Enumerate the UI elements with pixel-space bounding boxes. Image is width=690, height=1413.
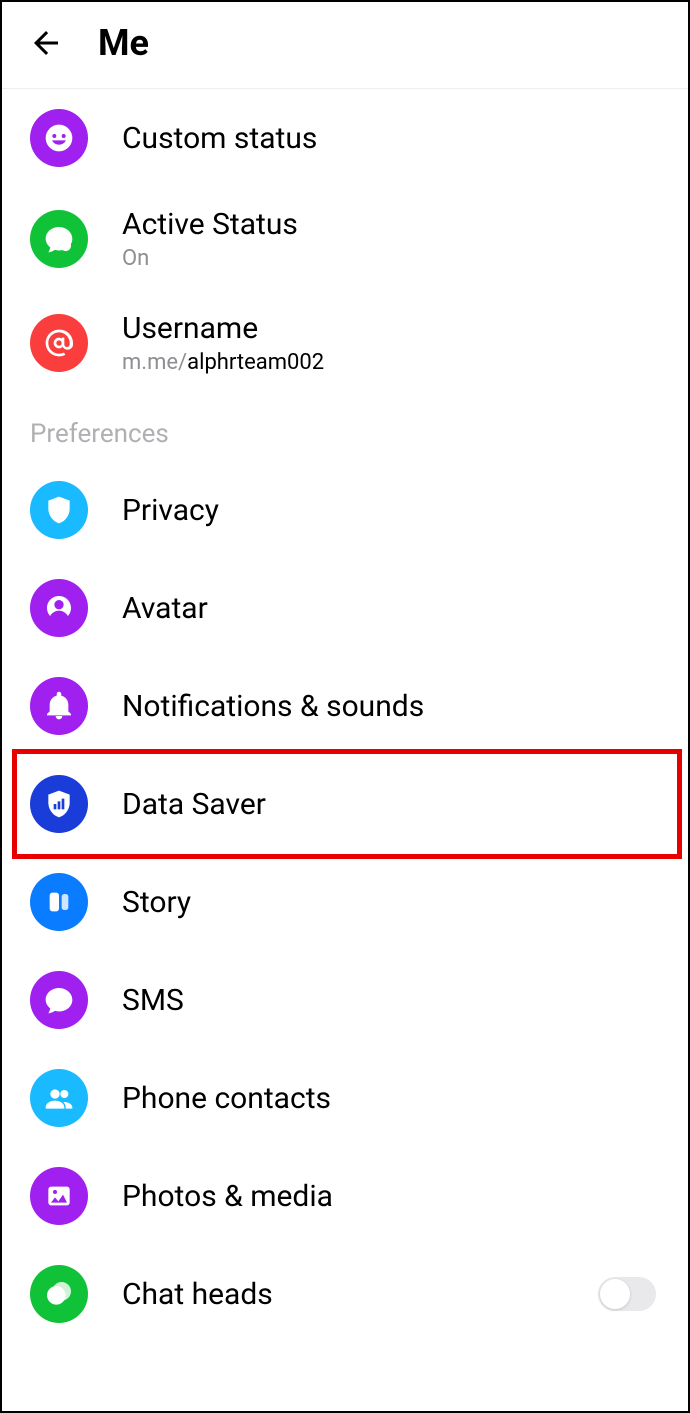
row-story[interactable]: Story [2, 853, 688, 951]
row-label: Notifications & sounds [122, 689, 660, 724]
row-phone-contacts[interactable]: Phone contacts [2, 1049, 688, 1147]
row-label: SMS [122, 983, 660, 1018]
row-avatar[interactable]: Avatar [2, 559, 688, 657]
image-icon [30, 1167, 88, 1225]
row-label: Avatar [122, 591, 660, 626]
row-label: Story [122, 885, 660, 920]
avatar-icon [30, 579, 88, 637]
row-label: Chat heads [122, 1277, 598, 1312]
row-label: Privacy [122, 493, 660, 528]
people-icon [30, 1069, 88, 1127]
row-notifications[interactable]: Notifications & sounds [2, 657, 688, 755]
shield-bars-icon [30, 775, 88, 833]
toggle-knob [600, 1279, 630, 1309]
row-privacy[interactable]: Privacy [2, 461, 688, 559]
row-label: Active Status [122, 207, 660, 242]
row-label: Phone contacts [122, 1081, 660, 1116]
bell-icon [30, 677, 88, 735]
at-sign-icon [30, 314, 88, 372]
row-chat-heads[interactable]: Chat heads [2, 1245, 688, 1343]
speech-bubble-icon [30, 971, 88, 1029]
back-arrow-icon[interactable] [26, 23, 66, 63]
row-subtitle: m.me/alphrteam002 [122, 350, 660, 375]
row-label: Data Saver [122, 787, 660, 822]
row-data-saver[interactable]: Data Saver [2, 755, 688, 853]
row-label: Custom status [122, 121, 660, 156]
row-subtitle: On [122, 246, 660, 271]
page-title: Me [98, 22, 149, 64]
row-label: Photos & media [122, 1179, 660, 1214]
chat-heads-toggle[interactable] [598, 1277, 656, 1311]
row-custom-status[interactable]: Custom status [2, 89, 688, 187]
header: Me [2, 2, 688, 89]
row-label: Username [122, 311, 660, 346]
section-header-preferences: Preferences [2, 395, 688, 461]
settings-list: Custom status Active Status On Username … [2, 89, 688, 1343]
row-sms[interactable]: SMS [2, 951, 688, 1049]
row-photos-media[interactable]: Photos & media [2, 1147, 688, 1245]
row-username[interactable]: Username m.me/alphrteam002 [2, 291, 688, 395]
chat-heads-icon [30, 1265, 88, 1323]
shield-icon [30, 481, 88, 539]
row-active-status[interactable]: Active Status On [2, 187, 688, 291]
chat-bubble-icon [30, 210, 88, 268]
story-icon [30, 873, 88, 931]
smiley-icon [30, 109, 88, 167]
